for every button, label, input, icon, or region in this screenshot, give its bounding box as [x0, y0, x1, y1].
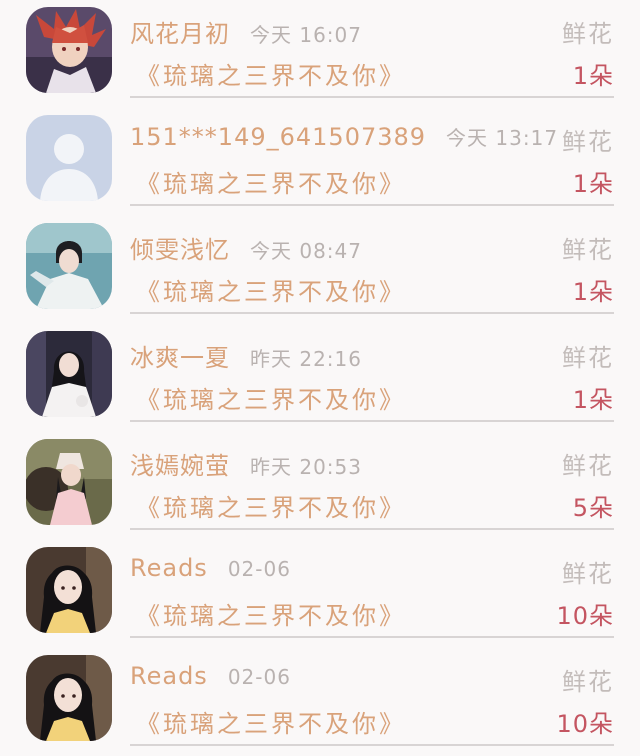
item-content: 151***149_641507389 今天 13:17 鲜花 《琉璃之三界不及你… — [130, 108, 614, 216]
photo-avatar-icon — [26, 439, 112, 525]
gift-type: 鲜花 — [562, 452, 614, 480]
sender-name[interactable]: 风花月初 今天 16:07 — [130, 14, 362, 49]
book-title[interactable]: 《琉璃之三界不及你》 — [136, 56, 406, 91]
item-content: 倾雯浅忆 今天 08:47 鲜花 《琉璃之三界不及你》 1朵 — [130, 216, 614, 324]
default-avatar-icon — [26, 115, 112, 201]
list-item[interactable]: 151***149_641507389 今天 13:17 鲜花 《琉璃之三界不及你… — [0, 108, 640, 216]
timestamp: 今天 08:47 — [250, 239, 362, 263]
gift-type: 鲜花 — [562, 20, 614, 48]
gift-record-list: 风花月初 今天 16:07 鲜花 《琉璃之三界不及你》 1朵 151***149_… — [0, 0, 640, 746]
item-content: 风花月初 今天 16:07 鲜花 《琉璃之三界不及你》 1朵 — [130, 0, 614, 108]
sender-name[interactable]: Reads 02-06 — [130, 662, 291, 690]
divider — [130, 204, 614, 206]
gift-type: 鲜花 — [562, 344, 614, 372]
photo-avatar-icon — [26, 331, 112, 417]
sender-name-text: Reads — [130, 662, 208, 690]
gift-count: 5朵 — [572, 494, 614, 522]
sender-name-text: 浅嫣婉萤 — [130, 452, 230, 480]
list-item[interactable]: Reads 02-06 鲜花 《琉璃之三界不及你》 10朵 — [0, 540, 640, 648]
divider — [130, 636, 614, 638]
book-title[interactable]: 《琉璃之三界不及你》 — [136, 164, 406, 199]
gift-count: 1朵 — [572, 386, 614, 414]
sender-name-text: 151***149_641507389 — [130, 123, 427, 151]
timestamp: 今天 13:17 — [446, 126, 559, 150]
list-item[interactable]: Reads 02-06 鲜花 《琉璃之三界不及你》 10朵 — [0, 648, 640, 756]
timestamp: 02-06 — [227, 557, 291, 581]
book-title[interactable]: 《琉璃之三界不及你》 — [136, 704, 406, 739]
timestamp: 今天 16:07 — [250, 23, 362, 47]
avatar[interactable] — [26, 655, 112, 741]
avatar[interactable] — [26, 223, 112, 309]
gift-type: 鲜花 — [562, 236, 614, 264]
gift-type: 鲜花 — [562, 668, 614, 696]
list-item[interactable]: 风花月初 今天 16:07 鲜花 《琉璃之三界不及你》 1朵 — [0, 0, 640, 108]
timestamp: 昨天 22:16 — [250, 347, 362, 371]
sender-name-text: 风花月初 — [130, 20, 230, 48]
timestamp: 02-06 — [227, 665, 291, 689]
item-content: Reads 02-06 鲜花 《琉璃之三界不及你》 10朵 — [130, 540, 614, 648]
gift-count: 10朵 — [556, 602, 614, 630]
sender-name[interactable]: 浅嫣婉萤 昨天 20:53 — [130, 446, 362, 481]
divider — [130, 528, 614, 530]
anime-avatar-icon — [26, 7, 112, 93]
book-title[interactable]: 《琉璃之三界不及你》 — [136, 596, 406, 631]
avatar[interactable] — [26, 115, 112, 201]
item-content: 浅嫣婉萤 昨天 20:53 鲜花 《琉璃之三界不及你》 5朵 — [130, 432, 614, 540]
gift-type: 鲜花 — [562, 560, 614, 588]
gift-count: 10朵 — [556, 710, 614, 738]
book-title[interactable]: 《琉璃之三界不及你》 — [136, 488, 406, 523]
gift-count: 1朵 — [572, 62, 614, 90]
book-title[interactable]: 《琉璃之三界不及你》 — [136, 272, 406, 307]
divider — [130, 96, 614, 98]
item-content: 冰爽一夏 昨天 22:16 鲜花 《琉璃之三界不及你》 1朵 — [130, 324, 614, 432]
sender-name[interactable]: 151***149_641507389 今天 13:17 — [130, 122, 558, 151]
book-title[interactable]: 《琉璃之三界不及你》 — [136, 380, 406, 415]
list-item[interactable]: 冰爽一夏 昨天 22:16 鲜花 《琉璃之三界不及你》 1朵 — [0, 324, 640, 432]
timestamp: 昨天 20:53 — [250, 455, 362, 479]
list-item[interactable]: 倾雯浅忆 今天 08:47 鲜花 《琉璃之三界不及你》 1朵 — [0, 216, 640, 324]
avatar[interactable] — [26, 439, 112, 525]
sender-name-text: 倾雯浅忆 — [130, 236, 230, 264]
list-item[interactable]: 浅嫣婉萤 昨天 20:53 鲜花 《琉璃之三界不及你》 5朵 — [0, 432, 640, 540]
sender-name[interactable]: 倾雯浅忆 今天 08:47 — [130, 230, 362, 265]
divider — [130, 312, 614, 314]
divider — [130, 744, 614, 746]
sender-name[interactable]: Reads 02-06 — [130, 554, 291, 582]
photo-avatar-icon — [26, 223, 112, 309]
sender-name[interactable]: 冰爽一夏 昨天 22:16 — [130, 338, 362, 373]
gift-count: 1朵 — [572, 170, 614, 198]
divider — [130, 420, 614, 422]
avatar[interactable] — [26, 7, 112, 93]
item-content: Reads 02-06 鲜花 《琉璃之三界不及你》 10朵 — [130, 648, 614, 756]
sender-name-text: 冰爽一夏 — [130, 344, 230, 372]
sender-name-text: Reads — [130, 554, 208, 582]
gift-count: 1朵 — [572, 278, 614, 306]
photo-avatar-icon — [26, 655, 112, 741]
gift-type: 鲜花 — [562, 128, 614, 156]
avatar[interactable] — [26, 547, 112, 633]
photo-avatar-icon — [26, 547, 112, 633]
avatar[interactable] — [26, 331, 112, 417]
